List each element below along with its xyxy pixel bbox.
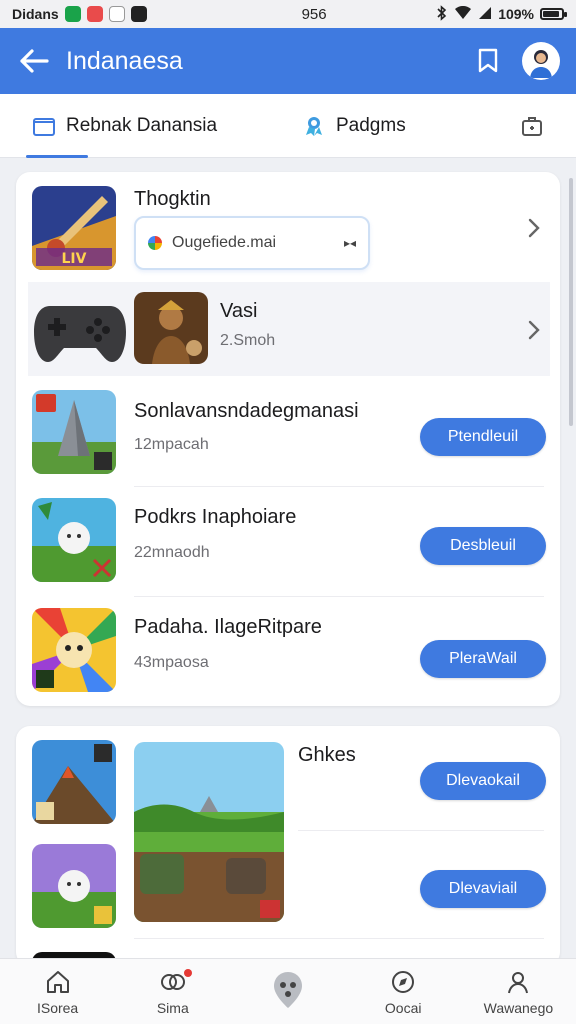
row-title: Thogktin — [134, 188, 211, 210]
user-avatar-icon — [530, 50, 552, 78]
search-value: Ougefiede.mai — [172, 234, 277, 251]
featured-games-card: Ghkes Dlevaokail Dlevaviail — [16, 726, 560, 966]
notification-app-icon — [86, 6, 103, 22]
folder-icon — [33, 117, 55, 136]
back-button[interactable] — [16, 43, 52, 79]
svg-text:LIV: LIV — [62, 251, 87, 267]
notification-app-icon — [64, 6, 81, 22]
app-size: 22mnaodh — [134, 544, 210, 561]
app-thumbnail[interactable] — [32, 844, 116, 928]
nav-label: Oocai — [384, 999, 422, 1016]
app-list-card: LIV Thogktin Ougefiede.mai ▸◂ Vasi 2.Smo… — [16, 172, 560, 706]
bottom-nav: ISorea Sima Oocai Wawanego — [0, 958, 576, 1024]
google-icon — [148, 236, 162, 250]
scrollbar[interactable] — [569, 178, 573, 426]
app-thumbnail[interactable] — [134, 292, 208, 364]
search-suggestion-input[interactable]: Ougefiede.mai ▸◂ — [134, 216, 370, 270]
tab-padgms[interactable]: Padgms — [302, 94, 406, 158]
featured-game-banner[interactable] — [134, 742, 284, 922]
divider — [134, 486, 544, 487]
home-icon — [44, 968, 72, 996]
status-right: 109% — [436, 4, 567, 24]
nav-label: Sima — [156, 999, 189, 1016]
app-thumbnail[interactable] — [32, 498, 116, 582]
battery-level — [543, 11, 559, 17]
app-thumbnail[interactable] — [32, 608, 116, 692]
compass-icon — [389, 968, 417, 996]
app-size: 43mpaosa — [134, 654, 209, 671]
tab-label: Rebnak Danansia — [66, 114, 218, 136]
signal-icon — [478, 6, 492, 23]
tab-bar: Rebnak Danansia Padgms — [0, 94, 576, 158]
battery-icon — [540, 8, 567, 20]
bookmark-button[interactable] — [470, 43, 506, 79]
carrier-label: Didans — [12, 6, 59, 22]
sunburst-art-icon — [32, 608, 116, 692]
divider — [298, 830, 544, 831]
download-button[interactable]: Dlevaviail — [420, 870, 546, 908]
volcano-art-icon — [32, 740, 116, 824]
page-title: Indanaesa — [66, 46, 183, 75]
golf-ball-art-icon — [32, 498, 116, 582]
app-thumbnail[interactable] — [32, 740, 116, 824]
jungle-battle-art-icon — [134, 742, 284, 922]
notification-app-icon — [108, 6, 125, 22]
pyramid-art-icon — [32, 390, 116, 474]
row-subtitle: 2.Smoh — [220, 332, 276, 349]
nav-item-profile[interactable]: Wawanego — [461, 959, 576, 1024]
app-title: Padaha. IlageRitpare — [134, 616, 322, 638]
golf-ball-art-icon — [32, 844, 116, 928]
status-time: 956 — [301, 5, 327, 23]
tab-danansia[interactable]: Rebnak Danansia — [26, 94, 292, 158]
chevron-right-icon[interactable] — [524, 318, 544, 342]
nav-item-location[interactable] — [230, 959, 345, 1024]
download-button[interactable]: Dlevaokail — [420, 762, 546, 800]
games-icon — [159, 968, 187, 996]
divider — [134, 596, 544, 597]
app-title: Podkrs Inaphoiare — [134, 506, 297, 528]
status-bar: Didans 956 109% — [0, 0, 576, 28]
divider — [134, 938, 544, 939]
battery-percent: 109% — [498, 6, 534, 22]
nav-label: Wawanego — [483, 999, 554, 1016]
ribbon-icon — [306, 116, 322, 136]
app-thumbnail[interactable] — [32, 390, 116, 474]
bag-icon — [522, 116, 542, 136]
section-title: Ghkes — [298, 744, 356, 766]
gamepad-icon — [32, 290, 128, 368]
search-trail: ▸◂ — [343, 236, 356, 250]
warrior-art-icon — [134, 292, 208, 364]
arrow-left-icon — [20, 49, 49, 73]
avatar[interactable] — [522, 42, 560, 80]
bookmark-icon — [478, 48, 498, 73]
tab-label: Padgms — [336, 114, 406, 136]
nav-item-home[interactable]: ISorea — [0, 959, 115, 1024]
gift-button[interactable] — [518, 112, 546, 140]
location-icon — [270, 970, 306, 1010]
nav-item-games[interactable]: Sima — [115, 959, 230, 1024]
app-title: Sonlavansndadegmanasi — [134, 400, 359, 422]
app-size: 12mpacah — [134, 436, 209, 453]
wifi-icon — [454, 5, 472, 23]
download-button[interactable]: Desbleuil — [420, 527, 546, 565]
download-button[interactable]: PleraWail — [420, 640, 546, 678]
app-thumbnail[interactable]: LIV — [32, 186, 116, 270]
bluetooth-icon — [436, 4, 448, 24]
profile-icon — [504, 968, 532, 996]
chevron-right-icon[interactable] — [524, 216, 544, 240]
nav-item-explore[interactable]: Oocai — [346, 959, 461, 1024]
notification-badge — [184, 969, 193, 977]
app-bar: Indanaesa — [0, 28, 576, 94]
download-button[interactable]: Ptendleuil — [420, 418, 546, 456]
nav-label: ISorea — [36, 999, 79, 1016]
notification-app-icon — [130, 6, 147, 22]
row-title: Vasi — [220, 300, 258, 322]
game-art-icon: LIV — [32, 186, 116, 270]
